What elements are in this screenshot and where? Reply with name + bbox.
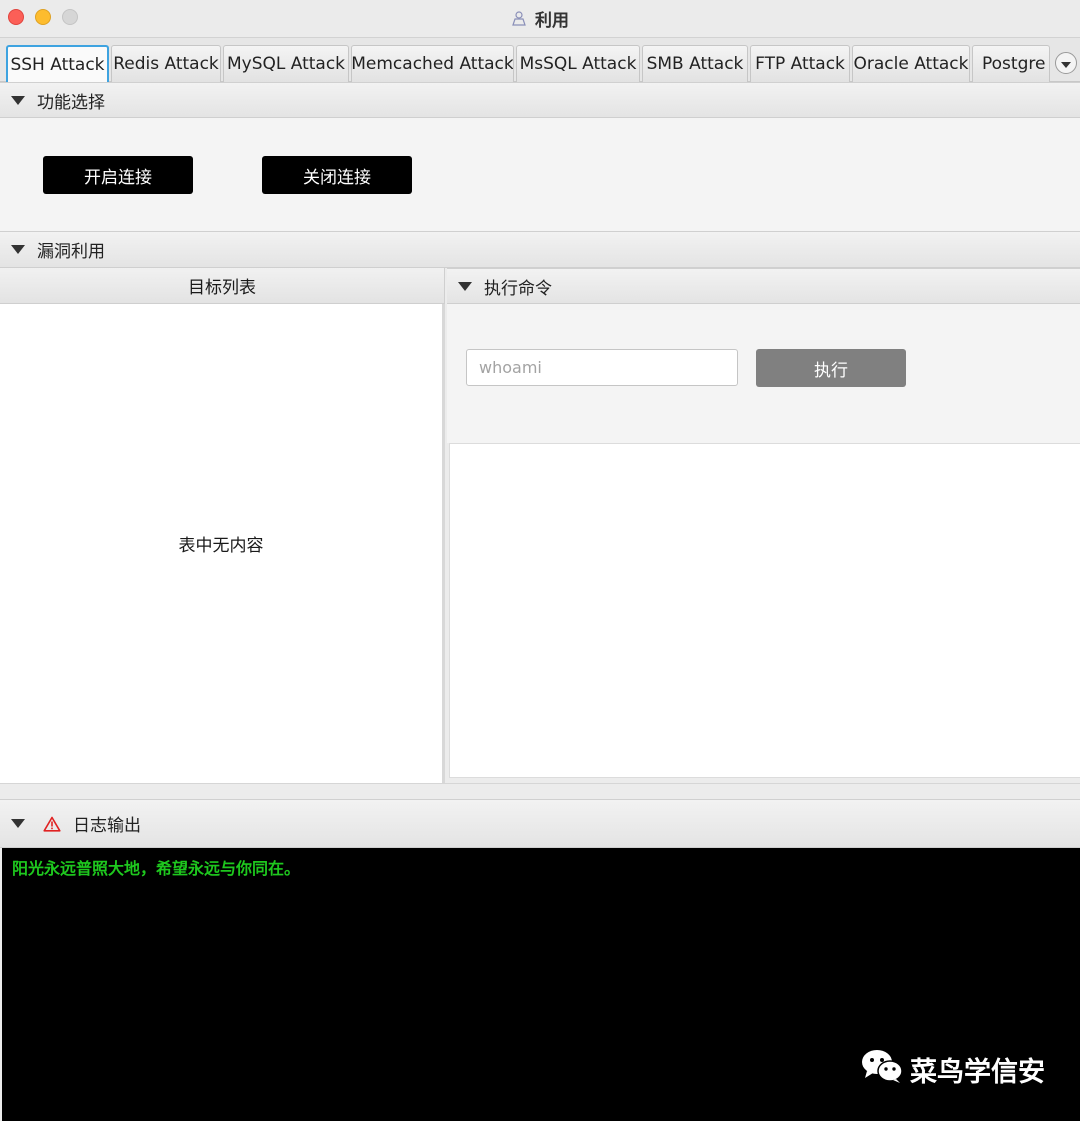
collapse-triangle-icon xyxy=(11,95,25,105)
execute-command-header[interactable]: 执行命令 xyxy=(447,268,1080,304)
window-title: 利用 xyxy=(535,10,569,31)
tab-overflow-button[interactable] xyxy=(1055,52,1077,74)
window-title-area: 利用 xyxy=(0,0,1080,36)
function-section-title: 功能选择 xyxy=(37,92,105,113)
tab-ssh-attack[interactable]: SSH Attack xyxy=(6,45,109,82)
tab-redis-attack[interactable]: Redis Attack xyxy=(111,45,221,82)
tab-mssql-attack[interactable]: MsSQL Attack xyxy=(516,45,640,82)
target-list-header-label: 目标列表 xyxy=(188,278,256,298)
function-section-header[interactable]: 功能选择 xyxy=(0,82,1080,118)
warning-icon xyxy=(43,816,61,832)
tab-oracle-attack[interactable]: Oracle Attack xyxy=(852,45,970,82)
empty-table-message: 表中无内容 xyxy=(178,536,264,556)
chevron-down-icon xyxy=(1060,54,1072,73)
close-connection-button[interactable]: 关闭连接 xyxy=(262,156,412,194)
tab-smb-attack[interactable]: SMB Attack xyxy=(642,45,748,82)
exploit-section-header[interactable]: 漏洞利用 xyxy=(0,231,1080,268)
tab-memcached-attack[interactable]: Memcached Attack xyxy=(351,45,514,82)
collapse-triangle-icon xyxy=(11,245,25,254)
log-line: 阳光永远普照大地，希望永远与你同在。 xyxy=(12,859,301,878)
section-divider xyxy=(0,783,1080,799)
collapse-triangle-icon xyxy=(458,281,472,291)
command-output-area[interactable] xyxy=(449,443,1080,778)
open-connection-button[interactable]: 开启连接 xyxy=(43,156,193,194)
execute-button[interactable]: 执行 xyxy=(756,349,906,387)
collapse-triangle-icon xyxy=(11,819,25,828)
tab-ftp-attack[interactable]: FTP Attack xyxy=(750,45,850,82)
watermark: 菜鸟学信安 xyxy=(860,1048,1045,1091)
watermark-text: 菜鸟学信安 xyxy=(910,1057,1045,1088)
tab-mysql-attack[interactable]: MySQL Attack xyxy=(223,45,349,82)
command-input[interactable] xyxy=(466,349,738,386)
execute-command-title: 执行命令 xyxy=(484,278,552,299)
log-section-title: 日志输出 xyxy=(73,816,141,836)
log-section-header[interactable]: 日志输出 xyxy=(0,799,1080,848)
wechat-icon xyxy=(860,1048,904,1091)
app-icon xyxy=(511,10,527,26)
tab-postgre-attack[interactable]: Postgre A xyxy=(972,45,1050,82)
target-list-header[interactable]: 目标列表 xyxy=(0,268,445,304)
target-list-table[interactable]: 表中无内容 xyxy=(0,304,445,783)
exploit-section-title: 漏洞利用 xyxy=(37,242,105,262)
